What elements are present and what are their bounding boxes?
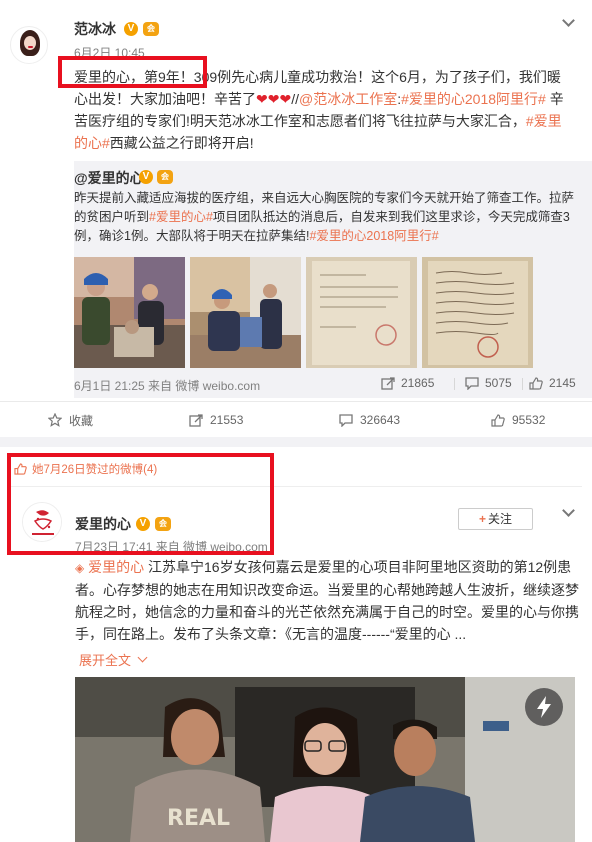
repost-photo-4-document[interactable] [422,257,533,368]
hashtag-link[interactable]: #爱里的心# [149,210,213,224]
heart-emoji: ❤❤❤ [256,91,292,107]
share-icon [381,376,395,390]
expand-label: 展开全文 [79,653,132,668]
highlight-box-year [58,56,207,88]
repost-meta[interactable]: 6月1日 21:25 来自 微博 weibo.com [74,377,260,394]
post-action-bar: 收藏 21553 326643 95532 [0,401,592,437]
shirt-text: REAL [167,806,230,831]
repost-photo-1[interactable] [74,257,185,368]
post-text-body: 爱里的心 江苏阜宁16岁女孩何嘉云是爱里的心项目非阿里地区资助的第12例患者。心… [75,559,579,642]
repost-comment-button[interactable]: 5075 [465,376,512,390]
share-button[interactable]: 21553 [189,402,243,438]
verified-badge: V [124,22,138,36]
comment-icon [339,413,353,427]
location-icon: ◈ [75,561,85,575]
divider [454,378,455,390]
comment-button[interactable]: 326643 [339,402,400,438]
avatar-lips [28,46,33,48]
repost-author[interactable]: @爱里的心 [74,168,144,188]
repost-share-count: 21865 [401,376,435,390]
follow-button[interactable]: + 关注 [458,508,533,530]
share-count: 21553 [210,413,244,427]
comment-count: 326643 [360,413,401,427]
hashtag-link[interactable]: #爱里的心2018阿里行# [309,229,438,243]
weibo-post-1: 范冰冰 V 会 6月2日 10:45 爱里的心，第9年！309例先心病儿童成功救… [0,0,592,437]
chevron-down-icon[interactable] [562,14,575,27]
repost-photo-3-document[interactable] [306,257,417,368]
expand-button[interactable]: 展开全文 [79,650,148,669]
hashtag-link[interactable]: #爱里的心2018阿里行# [401,91,546,107]
chevron-down-icon [137,652,148,663]
share-icon [189,413,203,427]
thumbs-up-icon [491,413,505,427]
repost-share-button[interactable]: 21865 [381,376,434,390]
hashtag-link[interactable]: 爱里的心 [88,559,144,575]
text-segment: 江苏阜宁16岁女孩何嘉云是爱里的心项目非阿里地区资助的第12例患者。心存梦想的她… [75,559,579,642]
like-button[interactable]: 95532 [491,402,545,438]
divider [522,378,523,390]
thumbs-up-icon [529,376,543,390]
star-icon [48,413,62,427]
play-lightning-icon[interactable] [525,688,563,726]
text-segment: 西藏公益之行即将开启! [109,135,254,151]
repost-like-count: 2145 [549,376,576,390]
repost-vip-badge-icon: 会 [157,170,173,184]
favorite-button[interactable]: 收藏 [48,402,93,438]
feed-gap [0,437,592,447]
highlight-box-liked [7,453,274,555]
hashtag-link[interactable]: @范冰冰工作室 [299,91,397,107]
repost-block[interactable]: @爱里的心 V 会 昨天提前入藏适应海拔的医疗组，来自远大心胸医院的专家们今天就… [74,161,592,398]
favorite-label: 收藏 [69,413,94,428]
post-text: ◈ 爱里的心 江苏阜宁16岁女孩何嘉云是爱里的心项目非阿里地区资助的第12例患者… [75,556,580,645]
repost-text: 昨天提前入藏适应海拔的医疗组，来自远大心胸医院的专家们今天就开始了筛查工作。拉萨… [74,189,574,246]
follow-label: 关注 [488,512,513,526]
text-segment: // [291,91,299,107]
author-name[interactable]: 范冰冰 [74,19,116,39]
repost-photo-2[interactable] [190,257,301,368]
repost-like-button[interactable]: 2145 [529,376,576,390]
repost-comment-count: 5075 [485,376,512,390]
post-photo-family[interactable]: REAL [75,677,575,842]
vip-badge-icon: 会 [143,22,159,36]
comment-icon [465,376,479,390]
author-avatar[interactable] [10,26,48,64]
repost-verified-badge: V [139,170,153,184]
like-count: 95532 [512,413,546,427]
plus-icon: + [478,512,486,526]
